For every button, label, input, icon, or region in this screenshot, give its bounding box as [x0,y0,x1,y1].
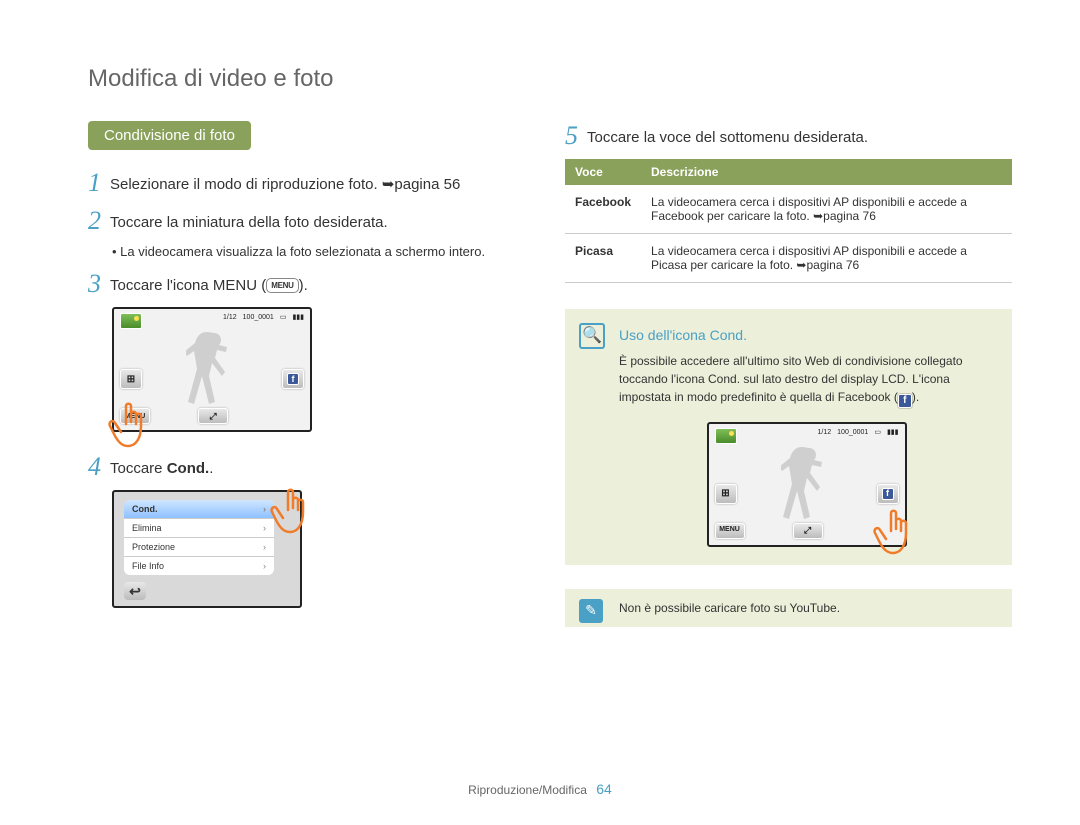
table-cell-val: La videocamera cerca i dispositivi AP di… [641,185,1012,234]
step-text: Toccare la voce del sottomenu desiderata… [587,121,1012,149]
step-text: Toccare l'icona MENU (MENU). [110,269,535,297]
note-text: Non è possibile caricare foto su YouTube… [619,601,840,615]
page-title: Modifica di video e foto [88,65,1012,93]
step-4: 4 Toccare Cond.. [88,452,535,480]
table-cell-key: Facebook [565,185,641,234]
tip-title: Uso dell'icona Cond. [619,325,994,346]
thumbnail-icon[interactable] [120,313,142,329]
step-number: 1 [88,168,110,196]
lcd-preview-1: 1/12 100_0001 ▭ ▮▮▮ ⊞ f MENU ⤢ [112,307,312,432]
step-4-bold: Cond. [167,460,210,477]
zoom-button[interactable]: ⤢ [793,523,823,539]
step-number: 5 [565,121,587,149]
step-number: 2 [88,206,110,234]
step-4-prefix: Toccare [110,460,167,477]
magnifier-icon: 🔍 [579,323,605,349]
note-box: ✎ Non è possibile caricare foto su YouTu… [565,589,1012,627]
step-1: 1 Selezionare il modo di riproduzione fo… [88,168,535,196]
pencil-note-icon: ✎ [579,599,603,623]
step-2: 2 Toccare la miniatura della foto deside… [88,206,535,234]
page-footer: Riproduzione/Modifica 64 [0,781,1080,797]
share-facebook-button[interactable]: f [877,484,899,504]
tip-body: È possibile accedere all'ultimo sito Web… [619,352,994,408]
tap-hand-icon [106,400,154,460]
step-3: 3 Toccare l'icona MENU (MENU). [88,269,535,297]
tap-hand-icon [871,507,919,569]
right-column: 5 Toccare la voce del sottomenu desidera… [565,121,1012,628]
lcd-counter: 1/12 [223,314,237,321]
photo-silhouette [781,444,831,534]
menu-item-label: Protezione [132,542,175,552]
lcd-filename: 100_0001 [837,428,868,439]
grid-button[interactable]: ⊞ [715,484,737,504]
chevron-right-icon: › [263,561,266,571]
tap-hand-icon [268,486,316,547]
memory-card-icon: ▭ [280,313,287,321]
menu-item-label: File Info [132,561,164,571]
step-text: Toccare Cond.. [110,452,535,480]
zoom-button[interactable]: ⤢ [198,408,228,424]
lcd-preview-tip: 1/12 100_0001 ▭ ▮▮▮ ⊞ f MENU ⤢ [707,422,907,547]
lcd-filename: 100_0001 [243,314,274,321]
tip-box: 🔍 Uso dell'icona Cond. È possibile acced… [565,309,1012,565]
table-header-voce: Voce [565,159,641,185]
menu-button[interactable]: MENU [715,523,745,539]
photo-silhouette [186,329,236,419]
chevron-right-icon: › [263,523,266,533]
step-4-suffix: . [209,460,213,477]
table-header-desc: Descrizione [641,159,1012,185]
back-button[interactable]: ↩ [124,582,146,600]
chevron-right-icon: › [263,504,266,514]
battery-icon: ▮▮▮ [887,428,899,439]
chevron-right-icon: › [263,542,266,552]
menu-item-cond[interactable]: Cond. › [124,500,274,519]
facebook-icon: f [898,394,912,408]
submenu-table: Voce Descrizione Facebook La videocamera… [565,159,1012,283]
step-text: Toccare la miniatura della foto desidera… [110,206,535,234]
menu-item-fileinfo[interactable]: File Info › [124,557,274,575]
footer-page-number: 64 [596,781,612,797]
step-2-sub: La videocamera visualizza la foto selezi… [112,244,535,259]
thumbnail-icon[interactable] [715,428,737,444]
left-column: Condivisione di foto 1 Selezionare il mo… [88,121,535,628]
memory-card-icon: ▭ [874,428,881,439]
lcd-counter: 1/12 [818,428,832,439]
table-cell-key: Picasa [565,234,641,283]
share-facebook-button[interactable]: f [282,369,304,389]
grid-button[interactable]: ⊞ [120,369,142,389]
step-5: 5 Toccare la voce del sottomenu desidera… [565,121,1012,149]
menu-item-elimina[interactable]: Elimina › [124,519,274,538]
footer-section: Riproduzione/Modifica [468,783,587,797]
table-cell-val: La videocamera cerca i dispositivi AP di… [641,234,1012,283]
menu-item-label: Cond. [132,504,158,514]
battery-icon: ▮▮▮ [292,313,304,321]
menu-item-label: Elimina [132,523,162,533]
lcd-menu-list: Cond. › Elimina › Protezione › File Info › ↩ [112,490,302,608]
section-pill: Condivisione di foto [88,121,251,150]
tip-body-suffix: ). [912,390,919,404]
table-row: Picasa La videocamera cerca i dispositiv… [565,234,1012,283]
step-3-prefix: Toccare l'icona MENU ( [110,277,266,294]
table-row: Facebook La videocamera cerca i disposit… [565,185,1012,234]
menu-item-protezione[interactable]: Protezione › [124,538,274,557]
menu-chip-icon: MENU [266,278,298,293]
step-text: Selezionare il modo di riproduzione foto… [110,168,535,196]
step-number: 3 [88,269,110,297]
step-3-suffix: ). [299,277,308,294]
